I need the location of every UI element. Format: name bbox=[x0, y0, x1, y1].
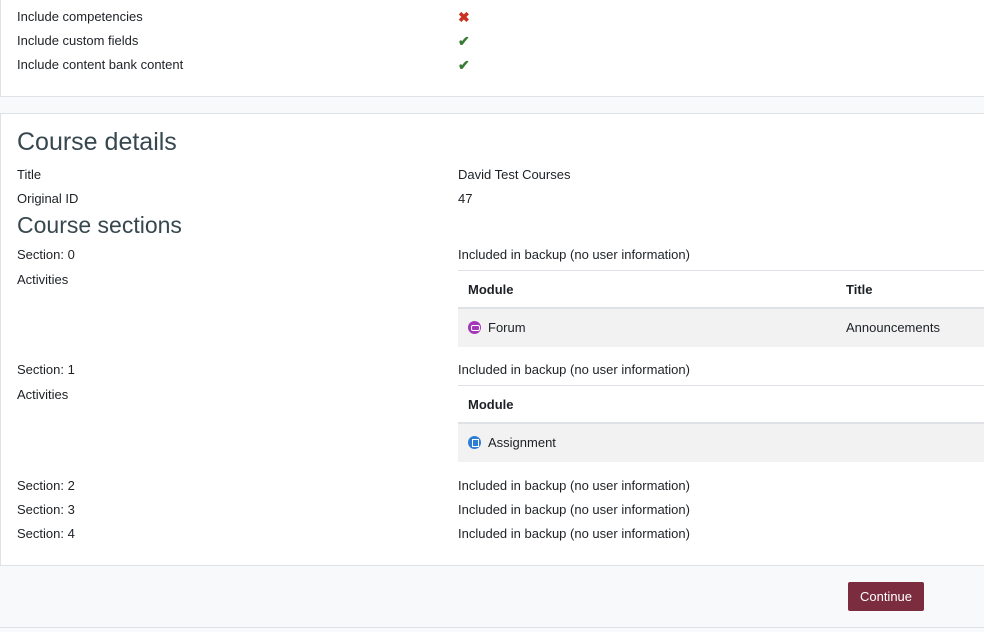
section-status: Included in backup (no user information) bbox=[458, 362, 690, 377]
section-label: Section: 0 bbox=[17, 247, 75, 262]
table-row: Assignment bbox=[458, 424, 984, 462]
section-row-0: Section: 0 Included in backup (no user i… bbox=[17, 247, 984, 267]
original-id-value: 47 bbox=[458, 191, 473, 206]
setting-row-content-bank: Include content bank content ✔ bbox=[17, 57, 984, 77]
table-header: Module Title bbox=[458, 271, 984, 309]
activities-label: Activities bbox=[17, 387, 69, 402]
section-label: Section: 4 bbox=[17, 526, 75, 541]
activities-label: Activities bbox=[17, 272, 69, 287]
section-row-2: Section: 2 Included in backup (no user i… bbox=[17, 478, 984, 498]
module-cell: Forum bbox=[468, 320, 526, 335]
section-row-3: Section: 3 Included in backup (no user i… bbox=[17, 502, 984, 522]
assignment-icon bbox=[468, 436, 481, 449]
course-details-panel: Course details Title David Test Courses … bbox=[0, 113, 984, 566]
module-name: Assignment bbox=[488, 435, 556, 450]
module-name: Forum bbox=[488, 320, 526, 335]
activities-table-0: Module Title Forum Announcements bbox=[458, 270, 984, 347]
forum-icon bbox=[468, 321, 481, 334]
detail-row-original-id: Original ID 47 bbox=[17, 191, 984, 211]
section-label: Section: 1 bbox=[17, 362, 75, 377]
setting-label: Include content bank content bbox=[17, 57, 184, 72]
section-row-1: Section: 1 Included in backup (no user i… bbox=[17, 362, 984, 382]
course-title-value: David Test Courses bbox=[458, 167, 571, 182]
check-icon: ✔ bbox=[458, 33, 470, 49]
section-label: Section: 2 bbox=[17, 478, 75, 493]
table-row: Forum Announcements bbox=[458, 309, 984, 347]
detail-label: Title bbox=[17, 167, 42, 182]
section-status: Included in backup (no user information) bbox=[458, 502, 690, 517]
setting-label: Include custom fields bbox=[17, 33, 139, 48]
section-label: Section: 3 bbox=[17, 502, 75, 517]
setting-label: Include competencies bbox=[17, 9, 143, 24]
section-status: Included in backup (no user information) bbox=[458, 478, 690, 493]
detail-row-title: Title David Test Courses bbox=[17, 167, 984, 187]
module-cell: Assignment bbox=[468, 435, 556, 450]
column-header-title: Title bbox=[846, 282, 873, 297]
course-details-heading: Course details bbox=[17, 128, 177, 156]
column-header-module: Module bbox=[468, 282, 514, 297]
continue-button[interactable]: Continue bbox=[848, 582, 924, 611]
form-footer: Continue bbox=[0, 566, 984, 628]
section-status: Included in backup (no user information) bbox=[458, 247, 690, 262]
section-row-4: Section: 4 Included in backup (no user i… bbox=[17, 526, 984, 546]
section-status: Included in backup (no user information) bbox=[458, 526, 690, 541]
course-sections-heading: Course sections bbox=[17, 212, 182, 238]
backup-settings-panel: Include competencies ✖ Include custom fi… bbox=[0, 0, 984, 97]
cross-icon: ✖ bbox=[458, 9, 470, 25]
setting-row-custom-fields: Include custom fields ✔ bbox=[17, 33, 984, 53]
setting-row-competencies: Include competencies ✖ bbox=[17, 9, 984, 29]
column-header-module: Module bbox=[468, 397, 514, 412]
detail-label: Original ID bbox=[17, 191, 79, 206]
activities-table-1: Module Assignment bbox=[458, 385, 984, 462]
table-header: Module bbox=[458, 386, 984, 424]
check-icon: ✔ bbox=[458, 57, 470, 73]
activity-title: Announcements bbox=[846, 320, 940, 335]
